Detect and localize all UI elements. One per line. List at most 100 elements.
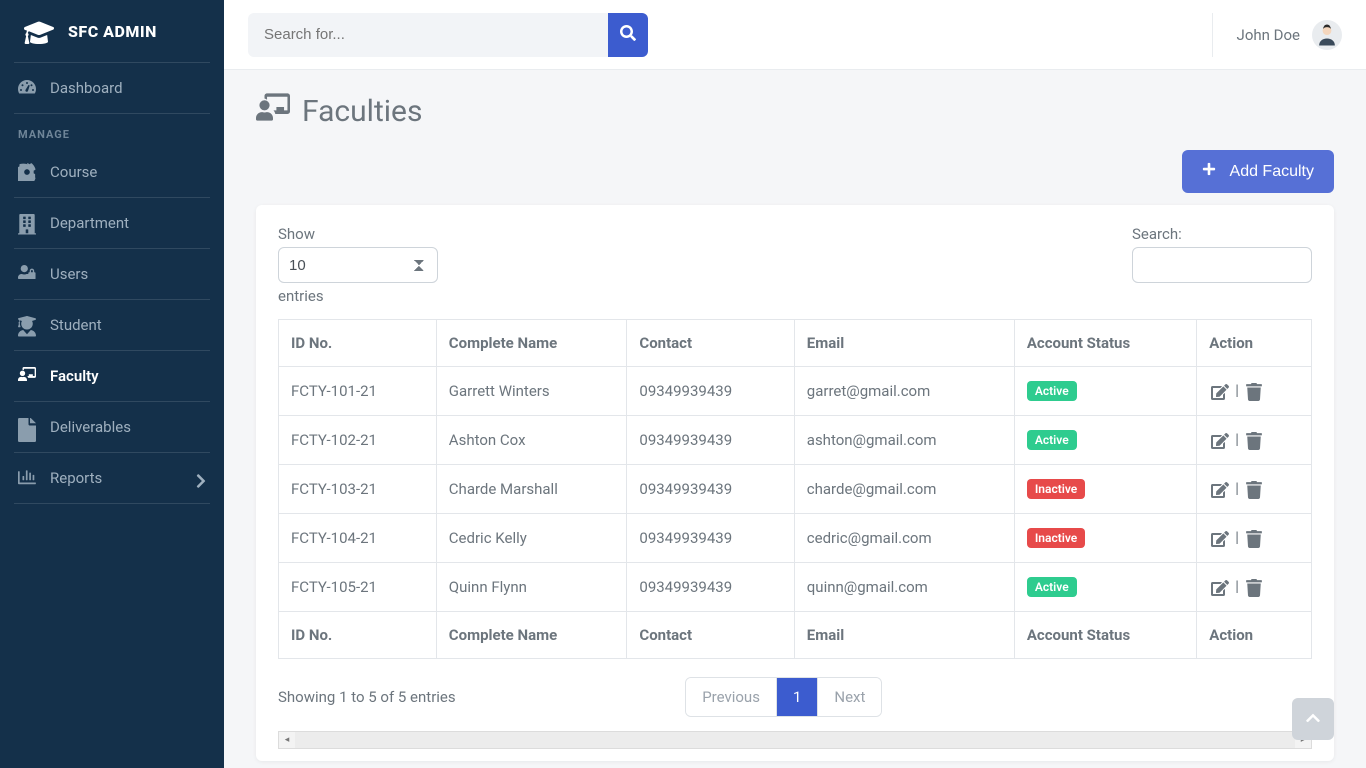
- sidebar-item-dashboard[interactable]: Dashboard: [0, 63, 224, 113]
- user-name: John Doe: [1237, 26, 1300, 44]
- table-footer-row: ID No. Complete Name Contact Email Accou…: [279, 612, 1312, 659]
- brand-text: SFC ADMIN: [68, 22, 157, 41]
- action-separator: |: [1235, 577, 1239, 595]
- col-action-foot: Action: [1197, 612, 1312, 659]
- page-title-text: Faculties: [302, 94, 422, 129]
- cell-id: FCTY-104-21: [279, 514, 437, 563]
- sidebar-item-student[interactable]: Student: [0, 300, 224, 350]
- col-name[interactable]: Complete Name: [436, 320, 627, 367]
- scroll-to-top-button[interactable]: [1292, 698, 1334, 740]
- col-contact[interactable]: Contact: [627, 320, 794, 367]
- status-badge: Active: [1027, 381, 1077, 401]
- cell-contact: 09349939439: [627, 514, 794, 563]
- chalkboard-teacher-icon: [256, 90, 290, 132]
- topbar: John Doe: [224, 0, 1366, 70]
- cell-email: garret@gmail.com: [794, 367, 1014, 416]
- divider: [14, 503, 210, 504]
- search-button[interactable]: [608, 13, 648, 57]
- trash-icon: [1245, 432, 1263, 447]
- cell-action: |: [1197, 514, 1312, 563]
- trash-icon: [1245, 579, 1263, 594]
- edit-button[interactable]: [1209, 383, 1231, 401]
- cell-contact: 09349939439: [627, 563, 794, 612]
- search-input[interactable]: [248, 13, 608, 57]
- edit-button[interactable]: [1209, 579, 1231, 597]
- edit-icon: [1211, 432, 1229, 447]
- sidebar-item-department[interactable]: Department: [0, 198, 224, 248]
- table-info: Showing 1 to 5 of 5 entries: [278, 688, 456, 706]
- status-badge: Inactive: [1027, 528, 1085, 548]
- page-title: Faculties: [256, 90, 1334, 132]
- length-control: Show 10 entries: [278, 225, 438, 305]
- avatar: [1312, 20, 1342, 50]
- sidebar-item-users[interactable]: Users: [0, 249, 224, 299]
- cell-contact: 09349939439: [627, 367, 794, 416]
- action-separator: |: [1235, 430, 1239, 448]
- sidebar-item-faculty[interactable]: Faculty: [0, 351, 224, 401]
- chart-bar-icon: [18, 469, 36, 487]
- cell-email: quinn@gmail.com: [794, 563, 1014, 612]
- col-id-foot: ID No.: [279, 612, 437, 659]
- cell-id: FCTY-103-21: [279, 465, 437, 514]
- col-status-foot: Account Status: [1014, 612, 1196, 659]
- faculty-table: ID No. Complete Name Contact Email Accou…: [278, 319, 1312, 659]
- cell-name: Quinn Flynn: [436, 563, 627, 612]
- col-id[interactable]: ID No.: [279, 320, 437, 367]
- edit-button[interactable]: [1209, 481, 1231, 499]
- sidebar-item-reports[interactable]: Reports: [0, 453, 224, 503]
- cell-action: |: [1197, 465, 1312, 514]
- trash-icon: [1245, 383, 1263, 398]
- sidebar-item-label: Department: [50, 214, 129, 232]
- user-graduate-icon: [18, 316, 36, 334]
- delete-button[interactable]: [1243, 481, 1265, 499]
- delete-button[interactable]: [1243, 579, 1265, 597]
- cell-action: |: [1197, 367, 1312, 416]
- delete-button[interactable]: [1243, 383, 1265, 401]
- col-status[interactable]: Account Status: [1014, 320, 1196, 367]
- chalkboard-teacher-icon: [18, 367, 36, 385]
- sidebar-item-deliverables[interactable]: Deliverables: [0, 402, 224, 452]
- delete-button[interactable]: [1243, 432, 1265, 450]
- table-header-row: ID No. Complete Name Contact Email Accou…: [279, 320, 1312, 367]
- add-faculty-button[interactable]: Add Faculty: [1182, 150, 1334, 193]
- cell-status: Active: [1014, 416, 1196, 465]
- user-menu[interactable]: John Doe: [1212, 13, 1342, 57]
- table-search-label: Search:: [1132, 225, 1312, 243]
- sidebar-section-manage: MANAGE: [0, 114, 224, 147]
- sidebar-item-label: Course: [50, 163, 97, 181]
- horizontal-scrollbar[interactable]: ◂ ▸: [278, 731, 1312, 749]
- pagination: Previous 1 Next: [685, 677, 882, 717]
- status-badge: Inactive: [1027, 479, 1085, 499]
- edit-icon: [1211, 481, 1229, 496]
- edit-icon: [1211, 383, 1229, 398]
- sidebar-item-label: Dashboard: [50, 79, 123, 97]
- sidebar-item-course[interactable]: Course: [0, 147, 224, 197]
- page-1[interactable]: 1: [777, 678, 818, 716]
- delete-button[interactable]: [1243, 530, 1265, 548]
- sidebar: SFC ADMIN Dashboard MANAGE Course Depart…: [0, 0, 224, 768]
- length-select[interactable]: 10: [278, 247, 438, 283]
- cell-action: |: [1197, 416, 1312, 465]
- page-previous[interactable]: Previous: [686, 678, 777, 716]
- cell-action: |: [1197, 563, 1312, 612]
- scroll-left-arrow-icon[interactable]: ◂: [279, 732, 295, 748]
- edit-button[interactable]: [1209, 530, 1231, 548]
- cell-name: Ashton Cox: [436, 416, 627, 465]
- main: John Doe Faculties Add Faculty S: [224, 0, 1366, 768]
- global-search: [248, 13, 648, 57]
- edit-button[interactable]: [1209, 432, 1231, 450]
- action-separator: |: [1235, 528, 1239, 546]
- col-email[interactable]: Email: [794, 320, 1014, 367]
- col-action[interactable]: Action: [1197, 320, 1312, 367]
- table-row: FCTY-101-21Garrett Winters09349939439gar…: [279, 367, 1312, 416]
- content: Faculties Add Faculty Show 10 entries: [224, 70, 1366, 768]
- search-icon: [620, 25, 636, 44]
- cell-id: FCTY-105-21: [279, 563, 437, 612]
- table-search-input[interactable]: [1132, 247, 1312, 283]
- status-badge: Active: [1027, 577, 1077, 597]
- table-row: FCTY-102-21Ashton Cox09349939439ashton@g…: [279, 416, 1312, 465]
- user-lock-icon: [18, 265, 36, 283]
- building-icon: [18, 214, 36, 232]
- page-next[interactable]: Next: [818, 678, 881, 716]
- brand[interactable]: SFC ADMIN: [0, 0, 224, 62]
